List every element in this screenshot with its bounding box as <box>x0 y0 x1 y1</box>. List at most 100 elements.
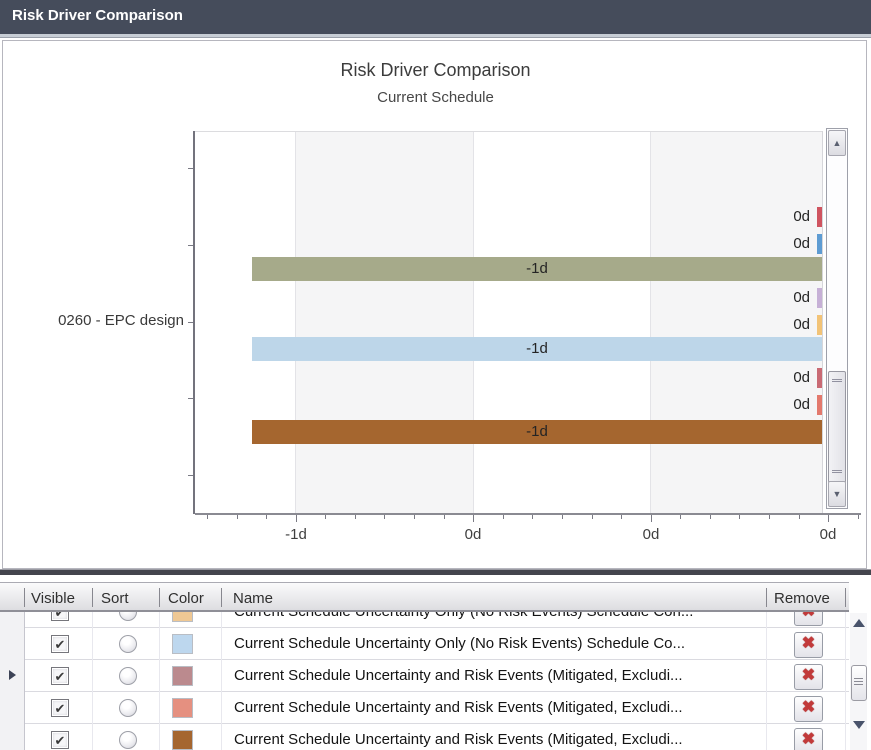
column-header-sort[interactable]: Sort <box>101 588 129 610</box>
y-axis-line <box>193 131 195 514</box>
column-line <box>221 612 222 628</box>
column-line <box>92 628 93 660</box>
remove-x-icon: ✖ <box>802 667 815 684</box>
column-line <box>845 692 846 724</box>
column-line <box>845 724 846 750</box>
visible-checkbox[interactable]: ✔ <box>51 667 69 685</box>
x-tick <box>207 515 208 519</box>
sort-radio[interactable] <box>119 699 137 717</box>
sort-radio[interactable] <box>119 612 137 621</box>
table-row[interactable]: ✔Current Schedule Uncertainty and Risk E… <box>0 660 849 692</box>
x-tick <box>769 515 770 519</box>
column-header-name[interactable]: Name <box>233 588 273 610</box>
x-tick <box>503 515 504 519</box>
y-tick <box>188 475 193 476</box>
check-icon: ✔ <box>55 669 66 684</box>
color-swatch[interactable] <box>172 666 193 686</box>
table-row[interactable]: ✔Current Schedule Uncertainty Only (No R… <box>0 612 849 628</box>
x-tick <box>562 515 563 519</box>
remove-button[interactable]: ✖ <box>794 612 823 626</box>
table-row[interactable]: ✔Current Schedule Uncertainty and Risk E… <box>0 692 849 724</box>
color-swatch[interactable] <box>172 698 193 718</box>
remove-x-icon: ✖ <box>802 731 815 748</box>
remove-x-icon: ✖ <box>802 699 815 716</box>
header-separator <box>24 588 25 607</box>
column-header-visible[interactable]: Visible <box>31 588 75 610</box>
column-line <box>159 628 160 660</box>
table-scrollbar[interactable] <box>850 613 867 750</box>
scroll-down-icon: ▼ <box>833 489 842 499</box>
column-line <box>766 724 767 750</box>
check-icon: ✔ <box>55 637 66 652</box>
table-row[interactable]: ✔Current Schedule Uncertainty and Risk E… <box>0 724 849 750</box>
column-line <box>92 724 93 750</box>
header-separator <box>766 588 767 607</box>
table-row[interactable]: ✔ Current Schedule Uncertainty Only (No R… <box>0 628 849 660</box>
x-tick <box>414 515 415 519</box>
bar-value-label: -1d <box>252 339 822 359</box>
row-indicator-cell <box>0 724 25 750</box>
remove-x-icon: ✖ <box>802 635 815 652</box>
column-line <box>159 612 160 628</box>
y-tick <box>188 168 193 169</box>
chart-scroll-up-button[interactable]: ▲ <box>828 130 846 156</box>
column-header-remove[interactable]: Remove <box>774 588 830 610</box>
color-swatch[interactable] <box>172 634 193 654</box>
x-tick <box>532 515 533 519</box>
bar-value-label: 0d <box>740 315 810 335</box>
column-line <box>766 612 767 628</box>
chart-scrollbar-thumb[interactable] <box>828 371 846 483</box>
plot-band <box>473 131 651 513</box>
y-axis-category-label: 0260 - EPC design <box>20 312 184 329</box>
x-tick-label: 0d <box>798 526 858 543</box>
thumb-grip-bottom <box>832 470 842 471</box>
grid-line <box>295 131 296 513</box>
x-tick <box>384 515 385 519</box>
table-scroll-up-button[interactable] <box>853 619 865 627</box>
sort-radio[interactable] <box>119 731 137 749</box>
bar-value-label: 0d <box>740 368 810 388</box>
y-tick <box>188 245 193 246</box>
visible-checkbox[interactable]: ✔ <box>51 635 69 653</box>
header-separator <box>845 588 846 607</box>
sort-radio[interactable] <box>119 635 137 653</box>
remove-button[interactable]: ✖ <box>794 664 823 690</box>
bar-value-label: 0d <box>740 395 810 415</box>
remove-button[interactable]: ✖ <box>794 728 823 750</box>
column-line <box>221 628 222 660</box>
color-swatch[interactable] <box>172 612 193 622</box>
x-tick <box>355 515 356 519</box>
column-line <box>766 628 767 660</box>
panel-splitter[interactable] <box>0 569 871 575</box>
panel-titlebar: Risk Driver Comparison <box>0 0 871 34</box>
table-scroll-down-button[interactable] <box>853 721 865 729</box>
column-header-color[interactable]: Color <box>168 588 204 610</box>
column-line <box>159 724 160 750</box>
bar-value-label: 0d <box>740 234 810 254</box>
row-name: Current Schedule Uncertainty Only (No Ri… <box>234 628 762 660</box>
column-line <box>845 660 846 692</box>
remove-button[interactable]: ✖ <box>794 696 823 722</box>
x-tick <box>739 515 740 519</box>
plot-right-border <box>822 131 823 513</box>
thumb-grip-top <box>832 379 842 380</box>
visible-checkbox[interactable]: ✔ <box>51 699 69 717</box>
row-indicator-cell <box>0 612 25 628</box>
color-swatch[interactable] <box>172 730 193 750</box>
check-icon: ✔ <box>55 701 66 716</box>
remove-button[interactable]: ✖ <box>794 632 823 658</box>
x-tick <box>710 515 711 519</box>
table-scrollbar-thumb[interactable] <box>851 665 867 701</box>
x-tick <box>325 515 326 519</box>
chart-title: Risk Driver Comparison <box>0 60 871 81</box>
chart-scrollbar[interactable]: ▲ ▼ <box>826 128 848 509</box>
chart-scroll-down-button[interactable]: ▼ <box>828 481 846 507</box>
visible-checkbox[interactable]: ✔ <box>51 731 69 749</box>
sort-radio[interactable] <box>119 667 137 685</box>
column-line <box>766 660 767 692</box>
column-line <box>159 692 160 724</box>
x-tick <box>237 515 238 519</box>
legend-table-body: ✔ Current Schedule Uncertainty Only (No R… <box>0 612 849 750</box>
visible-checkbox[interactable]: ✔ <box>51 612 69 621</box>
column-line <box>845 628 846 660</box>
